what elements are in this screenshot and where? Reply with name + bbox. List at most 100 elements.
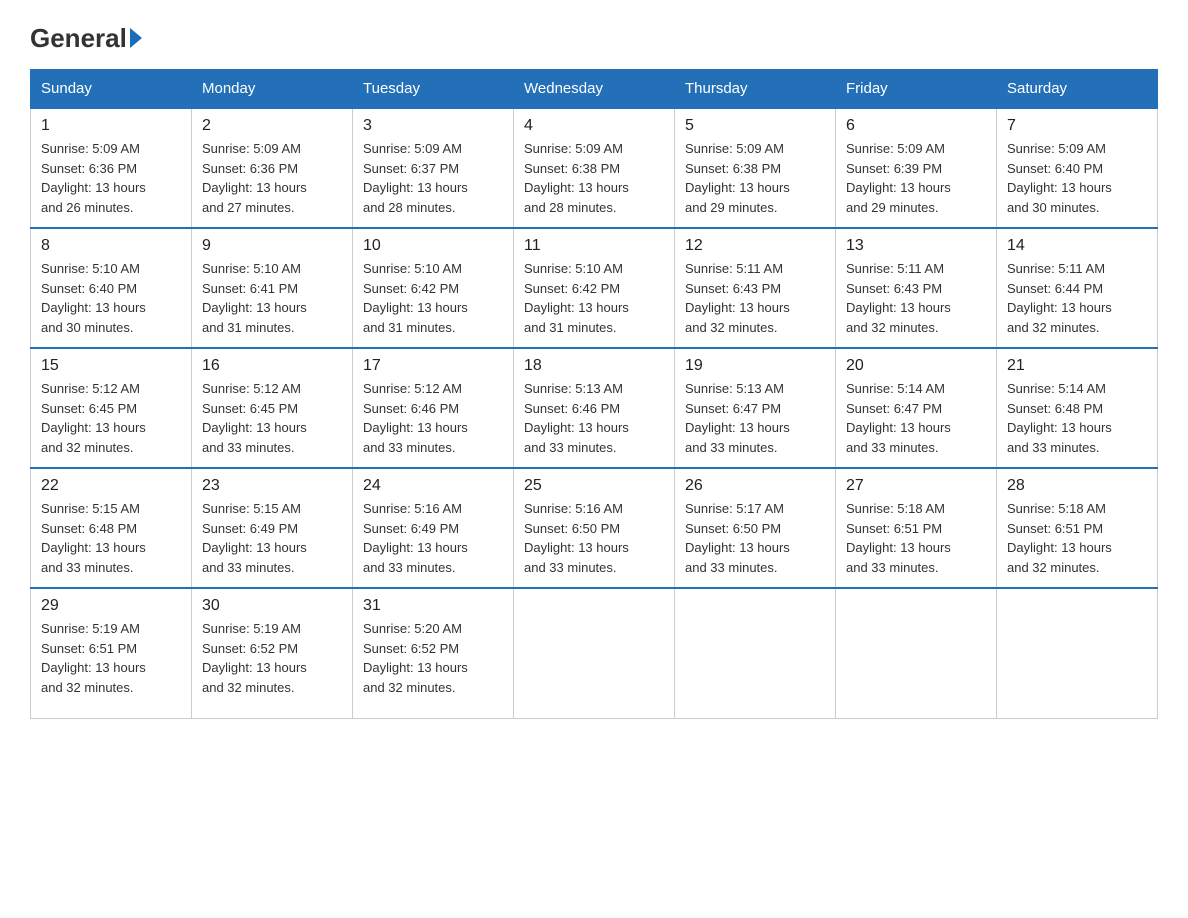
logo: General [30,20,142,51]
calendar-cell: 28 Sunrise: 5:18 AM Sunset: 6:51 PM Dayl… [997,468,1158,588]
calendar-header-row: SundayMondayTuesdayWednesdayThursdayFrid… [31,70,1158,109]
calendar-cell: 16 Sunrise: 5:12 AM Sunset: 6:45 PM Dayl… [192,348,353,468]
day-number: 17 [363,357,503,375]
calendar-week-row: 15 Sunrise: 5:12 AM Sunset: 6:45 PM Dayl… [31,348,1158,468]
calendar-cell: 12 Sunrise: 5:11 AM Sunset: 6:43 PM Dayl… [675,228,836,348]
day-info: Sunrise: 5:11 AM Sunset: 6:43 PM Dayligh… [685,259,825,337]
day-info: Sunrise: 5:11 AM Sunset: 6:43 PM Dayligh… [846,259,986,337]
calendar-cell: 5 Sunrise: 5:09 AM Sunset: 6:38 PM Dayli… [675,108,836,228]
day-info: Sunrise: 5:15 AM Sunset: 6:49 PM Dayligh… [202,499,342,577]
calendar-week-row: 8 Sunrise: 5:10 AM Sunset: 6:40 PM Dayli… [31,228,1158,348]
calendar-cell: 24 Sunrise: 5:16 AM Sunset: 6:49 PM Dayl… [353,468,514,588]
day-info: Sunrise: 5:14 AM Sunset: 6:47 PM Dayligh… [846,379,986,457]
day-info: Sunrise: 5:14 AM Sunset: 6:48 PM Dayligh… [1007,379,1147,457]
calendar-cell: 30 Sunrise: 5:19 AM Sunset: 6:52 PM Dayl… [192,588,353,718]
day-number: 25 [524,477,664,495]
day-number: 8 [41,237,181,255]
calendar-table: SundayMondayTuesdayWednesdayThursdayFrid… [30,69,1158,719]
day-number: 3 [363,117,503,135]
day-info: Sunrise: 5:19 AM Sunset: 6:52 PM Dayligh… [202,619,342,697]
calendar-cell: 8 Sunrise: 5:10 AM Sunset: 6:40 PM Dayli… [31,228,192,348]
day-info: Sunrise: 5:10 AM Sunset: 6:42 PM Dayligh… [524,259,664,337]
day-number: 28 [1007,477,1147,495]
day-info: Sunrise: 5:19 AM Sunset: 6:51 PM Dayligh… [41,619,181,697]
day-number: 30 [202,597,342,615]
calendar-week-row: 1 Sunrise: 5:09 AM Sunset: 6:36 PM Dayli… [31,108,1158,228]
logo-arrow-icon [130,28,142,48]
day-number: 2 [202,117,342,135]
calendar-cell [997,588,1158,718]
day-info: Sunrise: 5:09 AM Sunset: 6:37 PM Dayligh… [363,139,503,217]
day-info: Sunrise: 5:16 AM Sunset: 6:49 PM Dayligh… [363,499,503,577]
calendar-cell: 31 Sunrise: 5:20 AM Sunset: 6:52 PM Dayl… [353,588,514,718]
calendar-cell: 7 Sunrise: 5:09 AM Sunset: 6:40 PM Dayli… [997,108,1158,228]
calendar-cell: 1 Sunrise: 5:09 AM Sunset: 6:36 PM Dayli… [31,108,192,228]
calendar-cell: 29 Sunrise: 5:19 AM Sunset: 6:51 PM Dayl… [31,588,192,718]
day-number: 24 [363,477,503,495]
calendar-cell: 2 Sunrise: 5:09 AM Sunset: 6:36 PM Dayli… [192,108,353,228]
header-saturday: Saturday [997,70,1158,109]
calendar-cell: 15 Sunrise: 5:12 AM Sunset: 6:45 PM Dayl… [31,348,192,468]
day-number: 11 [524,237,664,255]
day-info: Sunrise: 5:12 AM Sunset: 6:45 PM Dayligh… [202,379,342,457]
header-wednesday: Wednesday [514,70,675,109]
header-monday: Monday [192,70,353,109]
day-number: 5 [685,117,825,135]
header-friday: Friday [836,70,997,109]
logo-general: General [30,25,142,51]
calendar-cell: 27 Sunrise: 5:18 AM Sunset: 6:51 PM Dayl… [836,468,997,588]
day-info: Sunrise: 5:11 AM Sunset: 6:44 PM Dayligh… [1007,259,1147,337]
calendar-cell: 25 Sunrise: 5:16 AM Sunset: 6:50 PM Dayl… [514,468,675,588]
day-info: Sunrise: 5:18 AM Sunset: 6:51 PM Dayligh… [1007,499,1147,577]
calendar-week-row: 29 Sunrise: 5:19 AM Sunset: 6:51 PM Dayl… [31,588,1158,718]
day-info: Sunrise: 5:09 AM Sunset: 6:36 PM Dayligh… [202,139,342,217]
calendar-cell: 19 Sunrise: 5:13 AM Sunset: 6:47 PM Dayl… [675,348,836,468]
day-info: Sunrise: 5:10 AM Sunset: 6:40 PM Dayligh… [41,259,181,337]
day-number: 1 [41,117,181,135]
day-number: 12 [685,237,825,255]
day-info: Sunrise: 5:15 AM Sunset: 6:48 PM Dayligh… [41,499,181,577]
calendar-cell: 4 Sunrise: 5:09 AM Sunset: 6:38 PM Dayli… [514,108,675,228]
calendar-cell [675,588,836,718]
day-number: 29 [41,597,181,615]
day-info: Sunrise: 5:16 AM Sunset: 6:50 PM Dayligh… [524,499,664,577]
day-number: 26 [685,477,825,495]
day-number: 23 [202,477,342,495]
day-number: 9 [202,237,342,255]
day-number: 6 [846,117,986,135]
calendar-cell: 18 Sunrise: 5:13 AM Sunset: 6:46 PM Dayl… [514,348,675,468]
calendar-cell: 17 Sunrise: 5:12 AM Sunset: 6:46 PM Dayl… [353,348,514,468]
day-info: Sunrise: 5:09 AM Sunset: 6:40 PM Dayligh… [1007,139,1147,217]
day-info: Sunrise: 5:12 AM Sunset: 6:45 PM Dayligh… [41,379,181,457]
calendar-cell: 13 Sunrise: 5:11 AM Sunset: 6:43 PM Dayl… [836,228,997,348]
day-info: Sunrise: 5:20 AM Sunset: 6:52 PM Dayligh… [363,619,503,697]
day-info: Sunrise: 5:09 AM Sunset: 6:38 PM Dayligh… [524,139,664,217]
day-number: 18 [524,357,664,375]
day-info: Sunrise: 5:13 AM Sunset: 6:47 PM Dayligh… [685,379,825,457]
day-info: Sunrise: 5:10 AM Sunset: 6:42 PM Dayligh… [363,259,503,337]
calendar-cell [514,588,675,718]
day-number: 20 [846,357,986,375]
page-header: General [30,20,1158,51]
calendar-cell: 9 Sunrise: 5:10 AM Sunset: 6:41 PM Dayli… [192,228,353,348]
header-sunday: Sunday [31,70,192,109]
day-info: Sunrise: 5:13 AM Sunset: 6:46 PM Dayligh… [524,379,664,457]
day-info: Sunrise: 5:09 AM Sunset: 6:38 PM Dayligh… [685,139,825,217]
day-number: 15 [41,357,181,375]
day-number: 16 [202,357,342,375]
header-tuesday: Tuesday [353,70,514,109]
header-thursday: Thursday [675,70,836,109]
day-number: 13 [846,237,986,255]
calendar-cell: 26 Sunrise: 5:17 AM Sunset: 6:50 PM Dayl… [675,468,836,588]
day-number: 21 [1007,357,1147,375]
day-number: 19 [685,357,825,375]
day-number: 27 [846,477,986,495]
day-number: 4 [524,117,664,135]
calendar-cell: 11 Sunrise: 5:10 AM Sunset: 6:42 PM Dayl… [514,228,675,348]
day-info: Sunrise: 5:12 AM Sunset: 6:46 PM Dayligh… [363,379,503,457]
day-number: 31 [363,597,503,615]
day-info: Sunrise: 5:09 AM Sunset: 6:36 PM Dayligh… [41,139,181,217]
day-number: 14 [1007,237,1147,255]
day-number: 22 [41,477,181,495]
calendar-cell: 10 Sunrise: 5:10 AM Sunset: 6:42 PM Dayl… [353,228,514,348]
